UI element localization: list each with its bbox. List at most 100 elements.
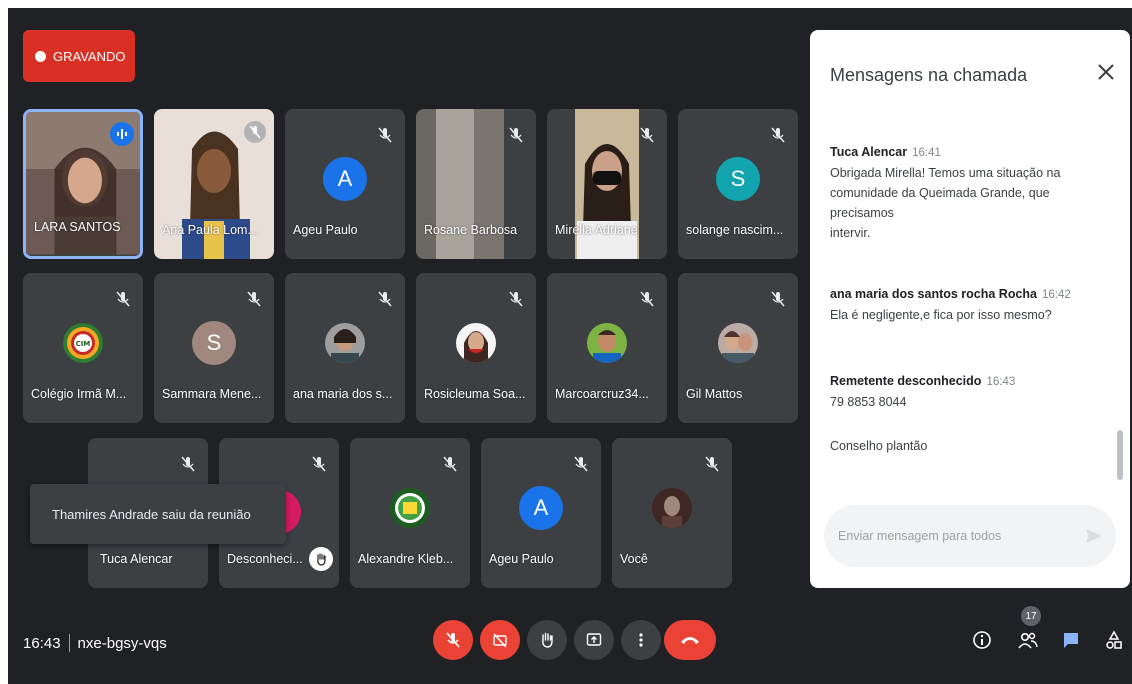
chat-message-input[interactable]: [838, 529, 1068, 543]
message-text: Ela é negligente,e fica por isso mesmo?: [830, 308, 1052, 322]
mic-off-icon: [640, 127, 654, 143]
meeting-details-button[interactable]: [968, 626, 996, 654]
toast-text: Thamires Andrade saiu da reunião: [52, 506, 251, 522]
message-text: Obrigada Mirella! Temos uma situação na: [830, 166, 1061, 180]
participant-tile[interactable]: Gil Mattos: [678, 273, 798, 423]
meeting-time: 16:43: [23, 634, 61, 652]
participant-tile[interactable]: S Sammara Mene...: [154, 273, 274, 423]
participant-tile[interactable]: A Ageu Paulo: [285, 109, 405, 259]
more-vert-icon: [639, 633, 643, 647]
recording-label: GRAVANDO: [53, 48, 126, 64]
school-logo-icon: CIM: [63, 323, 103, 363]
leave-call-button[interactable]: [664, 620, 716, 660]
school-logo-icon: [390, 488, 430, 528]
chat-button[interactable]: [1057, 626, 1085, 654]
mic-off-icon: [574, 456, 588, 472]
people-icon: [1018, 632, 1038, 649]
participant-tile[interactable]: Mirella Adriane: [547, 109, 667, 259]
activities-button[interactable]: [1100, 626, 1128, 654]
mic-off-icon: [640, 291, 654, 307]
avatar: S: [192, 321, 236, 365]
participant-tile[interactable]: Rosicleuma Soa...: [416, 273, 536, 423]
participant-tile[interactable]: Alexandre Kleb...: [350, 438, 470, 588]
participant-tile[interactable]: A Ageu Paulo: [481, 438, 601, 588]
participants-count-badge: 17: [1021, 606, 1041, 626]
raise-hand-button[interactable]: [527, 620, 567, 660]
activities-icon: [1106, 630, 1122, 649]
message-text: intervir.: [830, 226, 871, 240]
participant-name: Alexandre Kleb...: [358, 552, 454, 566]
chat-scrollbar[interactable]: [1117, 430, 1123, 480]
logo-text: CIM: [76, 340, 91, 348]
participant-name: solange nascim...: [686, 223, 784, 237]
participant-name: Tuca Alencar: [100, 552, 173, 566]
mic-toggle-button[interactable]: [433, 620, 473, 660]
raise-hand-icon: [542, 632, 553, 648]
speaking-icon: [110, 122, 134, 146]
present-screen-button[interactable]: [574, 620, 614, 660]
participant-tile[interactable]: Rosane Barbosa: [416, 109, 536, 259]
close-icon[interactable]: [1094, 60, 1118, 84]
participant-name: Rosicleuma Soa...: [424, 387, 526, 401]
participant-tile[interactable]: LARA SANTOS: [23, 109, 143, 259]
recording-badge: GRAVANDO: [23, 30, 135, 82]
participant-name: Ageu Paulo: [489, 552, 554, 566]
mic-off-icon: [312, 456, 326, 472]
avatar: A: [323, 157, 367, 201]
mic-off-icon: [378, 291, 392, 307]
message-sender: Remetente desconhecido: [830, 374, 982, 388]
chat-input-container: [824, 505, 1116, 567]
mic-off-icon: [446, 632, 460, 648]
more-options-button[interactable]: [621, 620, 661, 660]
participant-tile[interactable]: S solange nascim...: [678, 109, 798, 259]
participant-name: Gil Mattos: [686, 387, 743, 401]
message-text: comunidade da Queimada Grande, que preci…: [830, 186, 1050, 220]
present-icon: [586, 633, 602, 646]
avatar-photo: [587, 323, 627, 363]
mic-off-icon: [247, 291, 261, 307]
participant-name: Ana Paula Lom...: [162, 223, 258, 237]
chat-message: Conselho plantão: [830, 436, 1110, 456]
message-text: 79 8853 8044: [830, 395, 907, 409]
participant-name: Desconheci...: [227, 552, 303, 566]
divider: [68, 634, 70, 652]
message-text: Conselho plantão: [830, 439, 928, 453]
mic-off-icon: [443, 456, 457, 472]
avatar: A: [519, 486, 563, 530]
participants-button[interactable]: [1014, 626, 1042, 654]
chat-message: ana maria dos santos rocha Rocha 16:42 El…: [830, 284, 1110, 325]
chat-message: Remetente desconhecido 16:43 79 8853 8044: [830, 371, 1110, 412]
chat-icon: [1064, 633, 1078, 648]
meeting-code: nxe-bgsy-vqs: [77, 634, 167, 652]
message-time: 16:43: [986, 376, 1016, 388]
message-time: 16:42: [1042, 289, 1071, 301]
mic-off-icon: [705, 456, 719, 472]
leave-notification-toast: Thamires Andrade saiu da reunião: [30, 484, 286, 544]
participant-tile[interactable]: ana maria dos s...: [285, 273, 405, 423]
avatar-photo: [456, 323, 496, 363]
avatar-photo: [325, 323, 365, 363]
mic-off-icon: [509, 127, 523, 143]
recording-dot-icon: [35, 50, 46, 62]
participant-tile[interactable]: Ana Paula Lom...: [154, 109, 274, 259]
meeting-info: 16:43 nxe-bgsy-vqs: [23, 634, 167, 652]
participant-tile[interactable]: CIM Colégio Irmã M...: [23, 273, 143, 423]
message-time: 16:41: [912, 147, 941, 159]
participant-name: Colégio Irmã M...: [31, 387, 127, 401]
mic-off-icon: [244, 121, 266, 143]
send-icon[interactable]: [1084, 526, 1104, 546]
participant-name: Marcoarcruz34...: [555, 387, 649, 401]
camera-toggle-button[interactable]: [480, 620, 520, 660]
participant-name: ana maria dos s...: [293, 387, 393, 401]
participant-tile[interactable]: Você: [612, 438, 732, 588]
participant-tile[interactable]: Marcoarcruz34...: [547, 273, 667, 423]
raised-hand-icon: [309, 547, 333, 571]
meet-window: GRAVANDO LARA SANTOS Ana Paula Lom... A: [8, 8, 1132, 684]
message-sender: Tuca Alencar: [830, 145, 908, 159]
participant-name: Sammara Mene...: [162, 387, 262, 401]
participant-name: Rosane Barbosa: [424, 223, 518, 237]
participant-name: Ageu Paulo: [293, 223, 358, 237]
participant-name: LARA SANTOS: [34, 220, 121, 234]
avatar-photo: [652, 488, 692, 528]
mic-off-icon: [378, 127, 392, 143]
